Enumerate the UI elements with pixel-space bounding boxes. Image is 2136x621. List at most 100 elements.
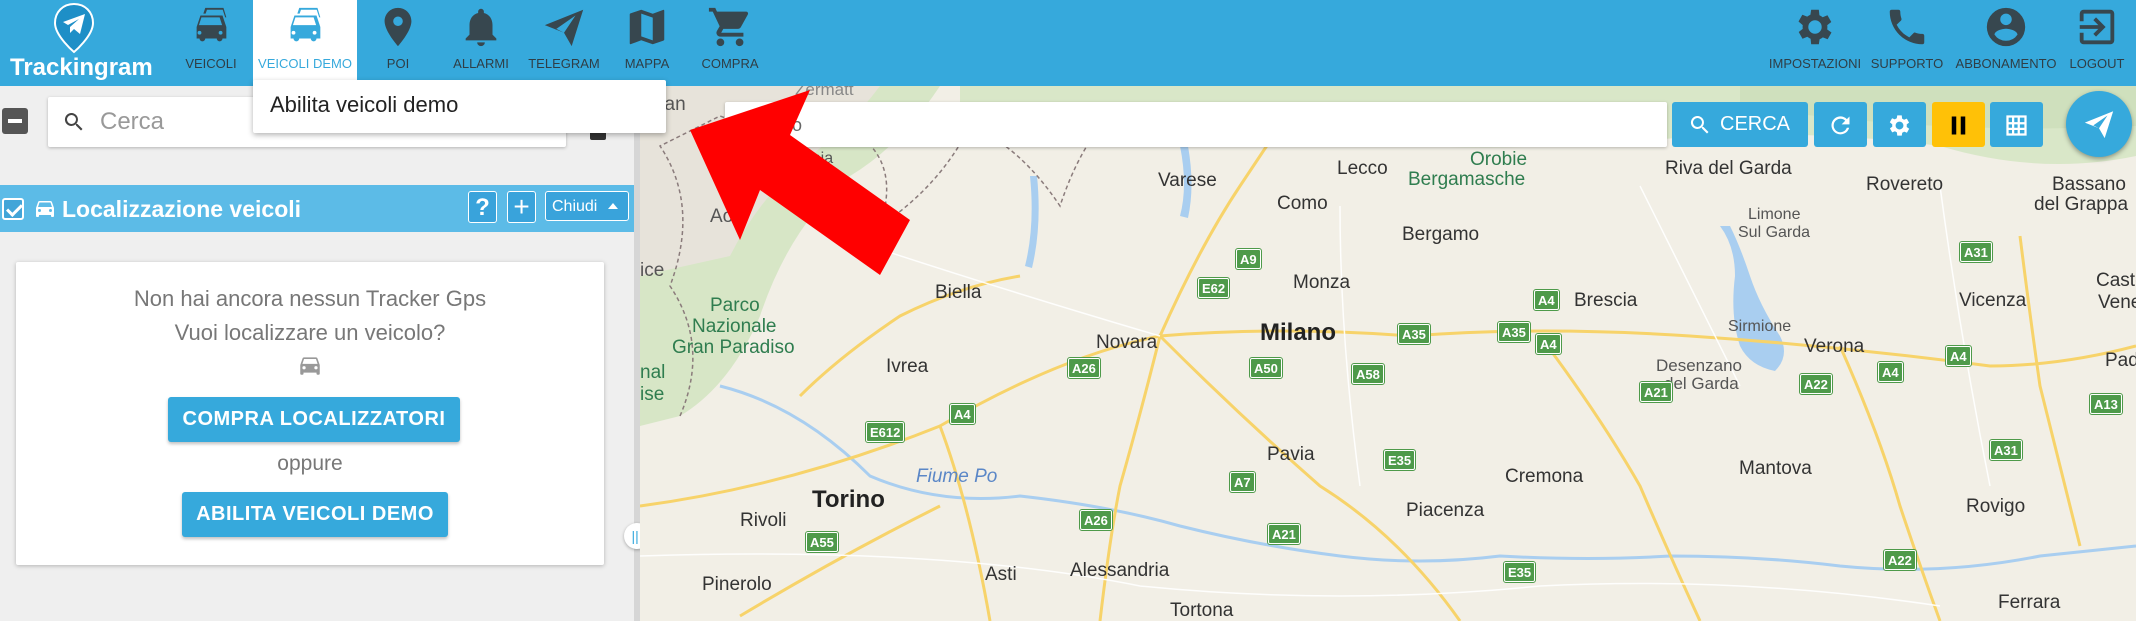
road-shield: A35 <box>1497 321 1531 343</box>
nav-telegram[interactable]: TELEGRAM <box>521 0 607 86</box>
map-label-city: Riva del Garda <box>1665 158 1792 179</box>
or-text: oppure <box>277 452 343 475</box>
road-shield: A55 <box>805 531 839 553</box>
nav-mappa[interactable]: MAPPA <box>604 0 690 86</box>
map-label: Sul Garda <box>1738 224 1811 241</box>
help-button[interactable]: ? <box>468 191 497 223</box>
empty-message-line1: Non hai ancora nessun Tracker Gps <box>133 286 487 311</box>
grid-icon <box>2006 115 2027 136</box>
map-label-city: Castelfr <box>2096 270 2136 291</box>
empty-message-line2: Vuoi localizzare un veicolo? <box>174 320 446 345</box>
nav-supporto[interactable]: SUPPORTO <box>1864 0 1950 86</box>
car-icon <box>36 201 54 217</box>
menu-item-abilita-veicoli-demo[interactable]: Abilita veicoli demo <box>270 92 458 118</box>
map-label-park: Gran Paradiso <box>672 337 795 358</box>
empty-state-card: Non hai ancora nessun Tracker Gps Vuoi l… <box>16 262 604 565</box>
map-label-city: Varese <box>1158 170 1217 191</box>
road-shield: A4 <box>1945 345 1972 367</box>
map-label-city: Novara <box>1096 332 1158 353</box>
cars-icon <box>196 7 227 42</box>
road-shield: A4 <box>949 403 976 425</box>
map-label-river: Fiume Po <box>916 466 998 487</box>
map-label-park: Bergamasche <box>1408 169 1526 190</box>
app-root: Trackingram VEICOLI VEICOLI DEMO POI ALL… <box>0 0 2136 621</box>
logo-pin-icon <box>53 2 95 54</box>
map-label: nal <box>640 362 666 383</box>
road-shield: A58 <box>1351 363 1385 385</box>
nav-compra[interactable]: COMPRA <box>687 0 773 86</box>
map-label-city: Piacenza <box>1406 500 1485 521</box>
road-shield: A22 <box>1799 373 1833 395</box>
map-label-city: Padova <box>2105 350 2136 371</box>
account-icon <box>1986 7 2026 47</box>
nav-veicoli[interactable]: VEICOLI <box>168 0 254 86</box>
demo-dropdown-menu: Abilita veicoli demo <box>253 80 666 133</box>
road-shield: E612 <box>864 421 906 443</box>
gear-icon <box>1889 115 1910 136</box>
map-label-city: Vene <box>2098 292 2136 313</box>
nav-abbonamento[interactable]: ABBONAMENTO <box>1956 0 2056 86</box>
nav-logout[interactable]: LOGOUT <box>2059 0 2135 86</box>
cart-icon <box>708 7 749 47</box>
telegram-fab-button[interactable] <box>2066 91 2132 157</box>
map-label-city: Biella <box>935 282 982 303</box>
road-shield: E35 <box>1382 449 1417 471</box>
brand[interactable]: Trackingram <box>10 0 153 86</box>
search-icon <box>64 113 83 131</box>
grid-view-button[interactable] <box>1990 102 2043 147</box>
send-icon <box>2084 111 2114 139</box>
brand-title: Trackingram <box>10 54 153 81</box>
section-title: Localizzazione veicoli <box>62 196 302 222</box>
nav-allarmi[interactable]: ALLARMI <box>438 0 524 86</box>
map-label-city: Cremona <box>1505 466 1584 487</box>
section-header-localizzazione: Localizzazione veicoli ? + Chiudi <box>0 185 636 232</box>
refresh-button[interactable] <box>1814 102 1867 147</box>
map-label-city: Como <box>1277 193 1328 214</box>
road-shield: A35 <box>1397 323 1431 345</box>
map-label-city: Mantova <box>1739 458 1812 479</box>
buy-trackers-button[interactable]: COMPRA LOCALIZZATORI <box>168 397 460 442</box>
enable-demo-vehicles-button[interactable]: ABILITA VEICOLI DEMO <box>182 492 448 537</box>
collapse-panel-button[interactable] <box>2 108 28 134</box>
map-search-button[interactable]: CERCA <box>1672 102 1808 147</box>
map-label-city: Torino <box>812 486 885 513</box>
nav-poi[interactable]: POI <box>355 0 441 86</box>
map-label-city: Pavia <box>1267 444 1315 465</box>
bell-icon <box>465 8 497 47</box>
road-shield: A4 <box>1533 289 1560 311</box>
section-checkbox[interactable] <box>2 198 24 220</box>
road-shield: E62 <box>1196 277 1231 299</box>
map-label: del Garda <box>1664 374 1739 393</box>
nav-label: COMPRA <box>701 56 759 71</box>
map-label-city: Asti <box>985 564 1017 585</box>
map-label-city: Monza <box>1293 272 1351 293</box>
car-icon <box>300 357 320 375</box>
map-label-park: Orobie <box>1470 149 1528 170</box>
road-shield: A4 <box>1877 361 1904 383</box>
road-shield: A22 <box>1883 549 1917 571</box>
telegram-icon <box>544 9 584 47</box>
close-select[interactable]: Chiudi <box>545 191 629 221</box>
road-shield: A9 <box>1235 248 1262 270</box>
pause-button[interactable] <box>1932 102 1985 147</box>
road-shield: A26 <box>1067 357 1101 379</box>
map-label: Sirmione <box>1728 318 1792 335</box>
map-label-city: Ferrara <box>1998 592 2061 613</box>
map-label-park: Nazionale <box>692 316 777 337</box>
add-button[interactable]: + <box>507 191 536 223</box>
nav-impostazioni[interactable]: IMPOSTAZIONI <box>1769 0 1861 86</box>
nav-veicoli-demo[interactable]: VEICOLI DEMO <box>253 0 357 86</box>
cars-demo-icon <box>290 7 321 42</box>
road-shield: A13 <box>2089 393 2123 415</box>
map-label-city: Pinerolo <box>702 574 772 595</box>
map-label-city: Bassano <box>2052 174 2126 195</box>
map-label-city: Brescia <box>1574 290 1638 311</box>
road-shield: A50 <box>1249 357 1283 379</box>
map-settings-button[interactable] <box>1873 102 1926 147</box>
map-label-city: Rivoli <box>740 510 787 531</box>
map-label-city: Tortona <box>1170 600 1234 621</box>
map-pin-icon <box>384 7 412 47</box>
map-icon <box>629 9 665 45</box>
road-shield: A7 <box>1229 471 1256 493</box>
map-label-city: Alessandria <box>1070 560 1170 581</box>
